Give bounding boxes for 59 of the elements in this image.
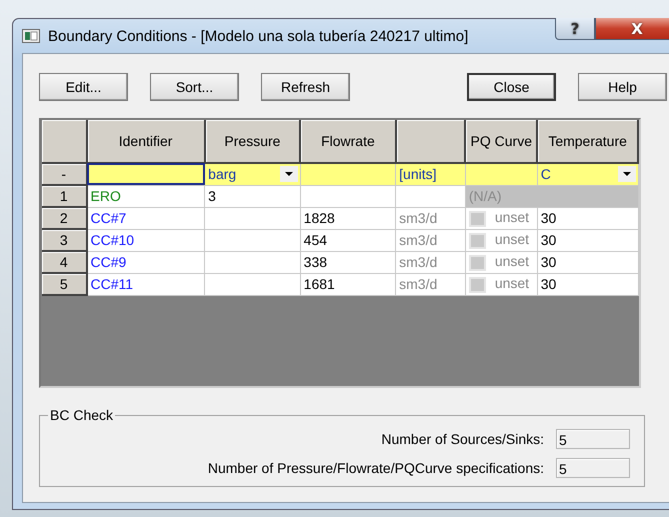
pq-curve-cell: unset	[465, 273, 538, 295]
checkbox[interactable]	[468, 210, 486, 227]
unit-cell: sm3/d	[396, 229, 466, 251]
dialog-button[interactable]: Close	[467, 73, 556, 101]
identifier-cell: CC#11	[86, 273, 205, 295]
column-header[interactable]: Pressure	[204, 120, 300, 163]
table-cell: 30	[537, 251, 638, 273]
group-title: BC Check	[49, 407, 114, 423]
input-field[interactable]	[86, 163, 205, 185]
window-title: Boundary Conditions - [Modelo una sola tubería 240217 ultimo]	[48, 28, 468, 44]
checkbox[interactable]	[468, 276, 486, 293]
unit-cell	[396, 185, 466, 207]
help-button[interactable]: ?	[555, 18, 595, 40]
input-field[interactable]	[465, 163, 538, 185]
identifier-cell: CC#9	[86, 251, 205, 273]
identifier-cell: CC#7	[86, 207, 205, 229]
identifier-cell: ERO	[86, 185, 205, 207]
table-cell: 1828	[300, 207, 396, 229]
unit-cell[interactable]: [units]	[396, 163, 466, 185]
readonly-field: 5	[556, 429, 630, 449]
pq-curve-cell: unset	[465, 207, 538, 229]
dialog-button[interactable]: Sort...	[150, 73, 239, 101]
row-header[interactable]: -	[42, 163, 87, 185]
column-header[interactable]: Flowrate	[300, 120, 396, 163]
field-label: Number of Sources/Sinks:	[381, 431, 544, 447]
row-header[interactable]: 1	[42, 185, 87, 207]
row-header[interactable]: 5	[42, 273, 87, 295]
pq-curve-cell: unset	[465, 229, 538, 251]
checkbox[interactable]	[468, 232, 486, 249]
table-cell: 1681	[300, 273, 396, 295]
table-cell: 30	[537, 207, 638, 229]
table-cell: 30	[537, 229, 638, 251]
column-header[interactable]: Temperature	[537, 120, 638, 163]
input-field[interactable]	[300, 163, 396, 185]
unit-cell: sm3/d	[396, 273, 466, 295]
unit-cell: sm3/d	[396, 251, 466, 273]
unit-dropdown[interactable]: C	[537, 163, 638, 185]
identifier-cell: CC#10	[86, 229, 205, 251]
checkbox[interactable]	[468, 254, 486, 271]
column-header[interactable]: Identifier	[86, 120, 205, 163]
column-header[interactable]	[396, 120, 466, 163]
row-header[interactable]: 4	[42, 251, 87, 273]
row-header[interactable]: 3	[42, 229, 87, 251]
table-cell: 3	[204, 185, 300, 207]
field-label: Number of Pressure/Flowrate/PQCurve specifications:	[208, 460, 544, 476]
app-icon	[22, 29, 40, 43]
pq-curve-cell: unset	[465, 251, 538, 273]
dialog-button[interactable]: Edit...	[39, 73, 128, 101]
table-cell: 454	[300, 229, 396, 251]
dialog-button[interactable]: Refresh	[261, 73, 350, 101]
dialog-button[interactable]: Help	[578, 73, 667, 101]
table-cell: 30	[537, 273, 638, 295]
unit-cell: sm3/d	[396, 207, 466, 229]
unit-dropdown[interactable]: barg	[204, 163, 300, 185]
readonly-field: 5	[556, 458, 630, 478]
table-cell: 338	[300, 251, 396, 273]
row-header[interactable]: 2	[42, 207, 87, 229]
column-header[interactable]: PQ Curve	[465, 120, 538, 163]
window-close-button[interactable]: X	[595, 18, 669, 40]
